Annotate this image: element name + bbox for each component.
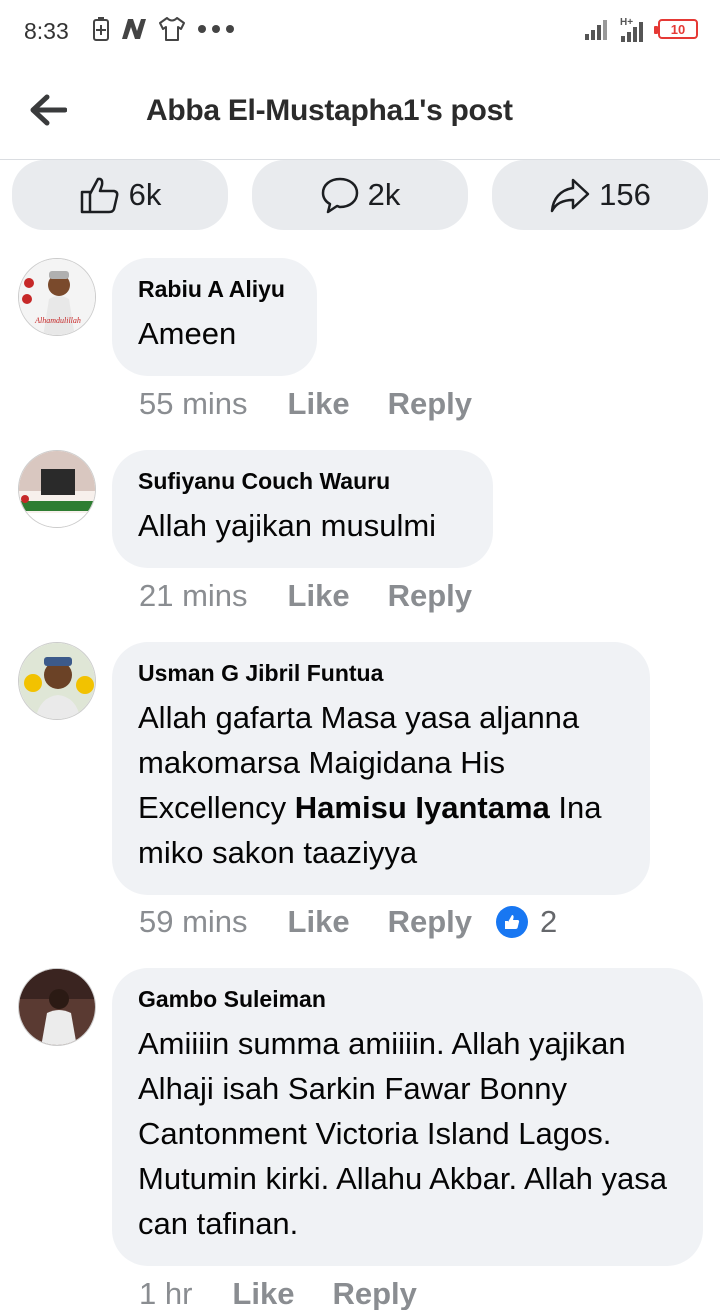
- n-app-icon: [122, 19, 146, 39]
- thumbs-up-icon: [80, 177, 119, 214]
- mention-link[interactable]: Hamisu Iyantama: [295, 790, 550, 825]
- avatar-image: [19, 451, 95, 527]
- like-count: 6k: [128, 177, 162, 212]
- status-bar: 8:33 H+ 10: [0, 0, 720, 64]
- like-link[interactable]: Like: [288, 578, 350, 614]
- comment-bubble[interactable]: Sufiyanu Couch Wauru Allah yajikan musul…: [112, 450, 493, 568]
- signal-hplus-icon: H+: [620, 17, 643, 42]
- reply-link[interactable]: Reply: [388, 386, 472, 422]
- post-actions: 6k 2k 156: [12, 160, 708, 230]
- like-button[interactable]: 6k: [12, 160, 228, 230]
- back-arrow-icon: [30, 94, 67, 126]
- post-header: Abba El-Mustapha1's post: [0, 64, 720, 160]
- comment-text: Ameen: [138, 316, 237, 351]
- comment-bubble[interactable]: Usman G Jibril Funtua Allah gafarta Masa…: [112, 642, 650, 895]
- reaction-count: 2: [540, 904, 558, 939]
- avatar[interactable]: [18, 968, 96, 1046]
- comment-meta: 59 mins Like Reply 2: [139, 904, 557, 940]
- comment-text: Amiiiin summa amiiiin. Allah yajikan Alh…: [138, 1026, 667, 1241]
- battery-icon: 10: [654, 19, 698, 39]
- status-left-icons: [92, 16, 236, 42]
- comment-bubble[interactable]: Rabiu A Aliyu Ameen: [112, 258, 317, 376]
- avatar[interactable]: [18, 450, 96, 528]
- comment-time[interactable]: 21 mins: [139, 578, 248, 614]
- share-button[interactable]: 156: [492, 160, 708, 230]
- avatar-image: Alhamdulillah: [19, 259, 95, 335]
- share-icon: [550, 178, 590, 213]
- battery-level: 10: [670, 21, 686, 37]
- signal-icon: [585, 20, 607, 40]
- svg-text:H+: H+: [620, 17, 633, 28]
- comment-text: Allah yajikan musulmi: [138, 508, 437, 543]
- comment-author[interactable]: Usman G Jibril Funtua: [138, 660, 624, 687]
- like-link[interactable]: Like: [288, 386, 350, 422]
- page-title: Abba El-Mustapha1's post: [146, 94, 513, 127]
- avatar-image: [19, 969, 95, 1045]
- comment-meta: 21 mins Like Reply: [139, 578, 510, 614]
- battery-saver-icon: [93, 17, 109, 41]
- comment-bubble[interactable]: Gambo Suleiman Amiiiin summa amiiiin. Al…: [112, 968, 703, 1266]
- status-time: 8:33: [24, 18, 69, 44]
- reply-link[interactable]: Reply: [332, 1276, 416, 1310]
- comment-author[interactable]: Sufiyanu Couch Wauru: [138, 468, 467, 495]
- comment-author[interactable]: Rabiu A Aliyu: [138, 276, 291, 303]
- comment-text: Allah gafarta Masa yasa aljanna makomars…: [138, 695, 624, 875]
- shirt-app-icon: [159, 17, 185, 41]
- more-dots-icon: [198, 25, 234, 33]
- comment-time[interactable]: 59 mins: [139, 904, 248, 940]
- avatar-image: [19, 643, 95, 719]
- comment-meta: 55 mins Like Reply: [139, 386, 510, 422]
- like-reaction-icon: [496, 906, 528, 938]
- back-button[interactable]: [26, 88, 70, 132]
- reply-link[interactable]: Reply: [388, 904, 472, 940]
- like-link[interactable]: Like: [232, 1276, 294, 1310]
- comment-time[interactable]: 55 mins: [139, 386, 248, 422]
- comment-author[interactable]: Gambo Suleiman: [138, 986, 677, 1013]
- comment-meta: 1 hr Like Reply: [139, 1276, 455, 1310]
- comment-time[interactable]: 1 hr: [139, 1276, 192, 1310]
- share-count: 156: [599, 177, 651, 212]
- avatar[interactable]: Alhamdulillah: [18, 258, 96, 336]
- status-right-icons: H+ 10: [584, 16, 698, 42]
- comment-icon: [321, 177, 358, 214]
- avatar[interactable]: [18, 642, 96, 720]
- reply-link[interactable]: Reply: [388, 578, 472, 614]
- reaction-summary[interactable]: 2: [496, 904, 557, 940]
- comment-count: 2k: [367, 177, 401, 212]
- like-link[interactable]: Like: [288, 904, 350, 940]
- comment-button[interactable]: 2k: [252, 160, 468, 230]
- avatar-caption: Alhamdulillah: [34, 316, 81, 325]
